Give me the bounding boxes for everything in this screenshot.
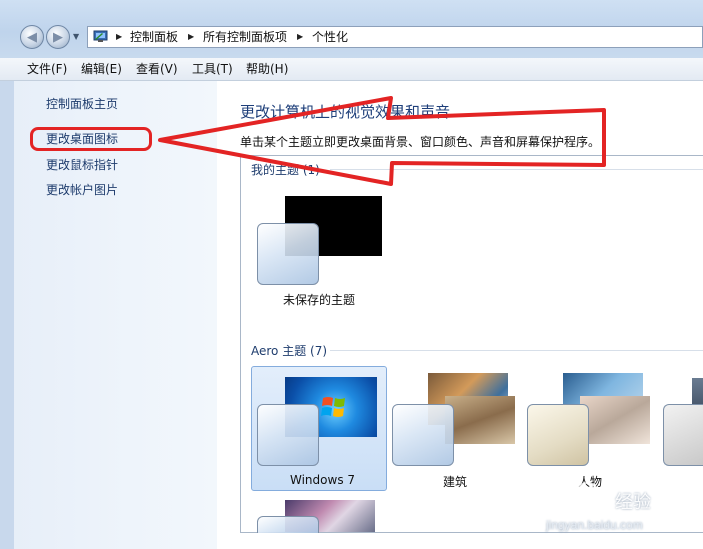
theme-preview-background — [445, 396, 515, 444]
menu-help[interactable]: 帮助(H) — [246, 62, 288, 76]
sidebar — [0, 81, 217, 549]
address-bar[interactable]: ▶ 控制面板 ▶ 所有控制面板项 ▶ 个性化 — [87, 26, 703, 48]
breadcrumb-personalization[interactable]: 个性化 — [312, 30, 348, 44]
theme-label: Windows 7 — [290, 473, 356, 487]
sidebar-item-control-panel-home[interactable]: 控制面板主页 — [46, 97, 118, 111]
theme-window-color-swatch — [257, 404, 319, 466]
theme-window-color-swatch — [257, 223, 319, 285]
breadcrumb-separator-icon[interactable]: ▶ — [297, 30, 303, 44]
back-arrow-icon: ◀ — [27, 29, 37, 45]
recent-pages-dropdown-icon[interactable]: ▼ — [73, 31, 82, 43]
menu-file[interactable]: 文件(F) — [27, 62, 67, 76]
menu-tools[interactable]: 工具(T) — [192, 62, 233, 76]
group-label-aero-themes: Aero 主题 (7) — [251, 344, 328, 358]
group-label-my-themes: 我的主题 (1) — [251, 163, 320, 177]
page-description: 单击某个主题立即更改桌面背景、窗口颜色、声音和屏幕保护程序。 — [240, 135, 601, 149]
theme-window-color-swatch — [527, 404, 589, 466]
sidebar-item-change-account-picture[interactable]: 更改帐户图片 — [46, 183, 118, 197]
sidebar-item-change-mouse-pointers[interactable]: 更改鼠标指针 — [46, 158, 118, 172]
breadcrumb-separator-icon[interactable]: ▶ — [116, 30, 122, 44]
control-panel-icon — [93, 30, 108, 42]
watermark-brand: 经验 — [615, 492, 651, 512]
theme-label: 未保存的主题 — [283, 293, 356, 307]
window-left-edge — [0, 81, 14, 549]
theme-preview-background — [580, 396, 650, 444]
theme-window-color-swatch — [257, 516, 319, 533]
menu-view[interactable]: 查看(V) — [136, 62, 178, 76]
back-button[interactable]: ◀ — [20, 25, 44, 49]
windows-logo-icon — [321, 397, 345, 417]
theme-window-color-swatch — [392, 404, 454, 466]
breadcrumb-separator-icon[interactable]: ▶ — [188, 30, 194, 44]
menu-bar: 文件(F) 编辑(E) 查看(V) 工具(T) 帮助(H) — [0, 58, 703, 81]
page-title: 更改计算机上的视觉效果和声音 — [240, 103, 451, 121]
watermark-url: jingyan.baidu.com — [546, 518, 643, 532]
breadcrumb-all-items[interactable]: 所有控制面板项 — [203, 30, 287, 44]
annotation-highlight-oval — [30, 127, 152, 151]
theme-window-color-swatch — [663, 404, 703, 466]
group-divider — [330, 350, 703, 351]
theme-label: 建筑 — [443, 475, 468, 489]
forward-arrow-icon: ▶ — [53, 29, 63, 45]
forward-button[interactable]: ▶ — [46, 25, 70, 49]
group-divider — [330, 169, 703, 170]
breadcrumb-control-panel[interactable]: 控制面板 — [130, 30, 178, 44]
menu-edit[interactable]: 编辑(E) — [81, 62, 122, 76]
